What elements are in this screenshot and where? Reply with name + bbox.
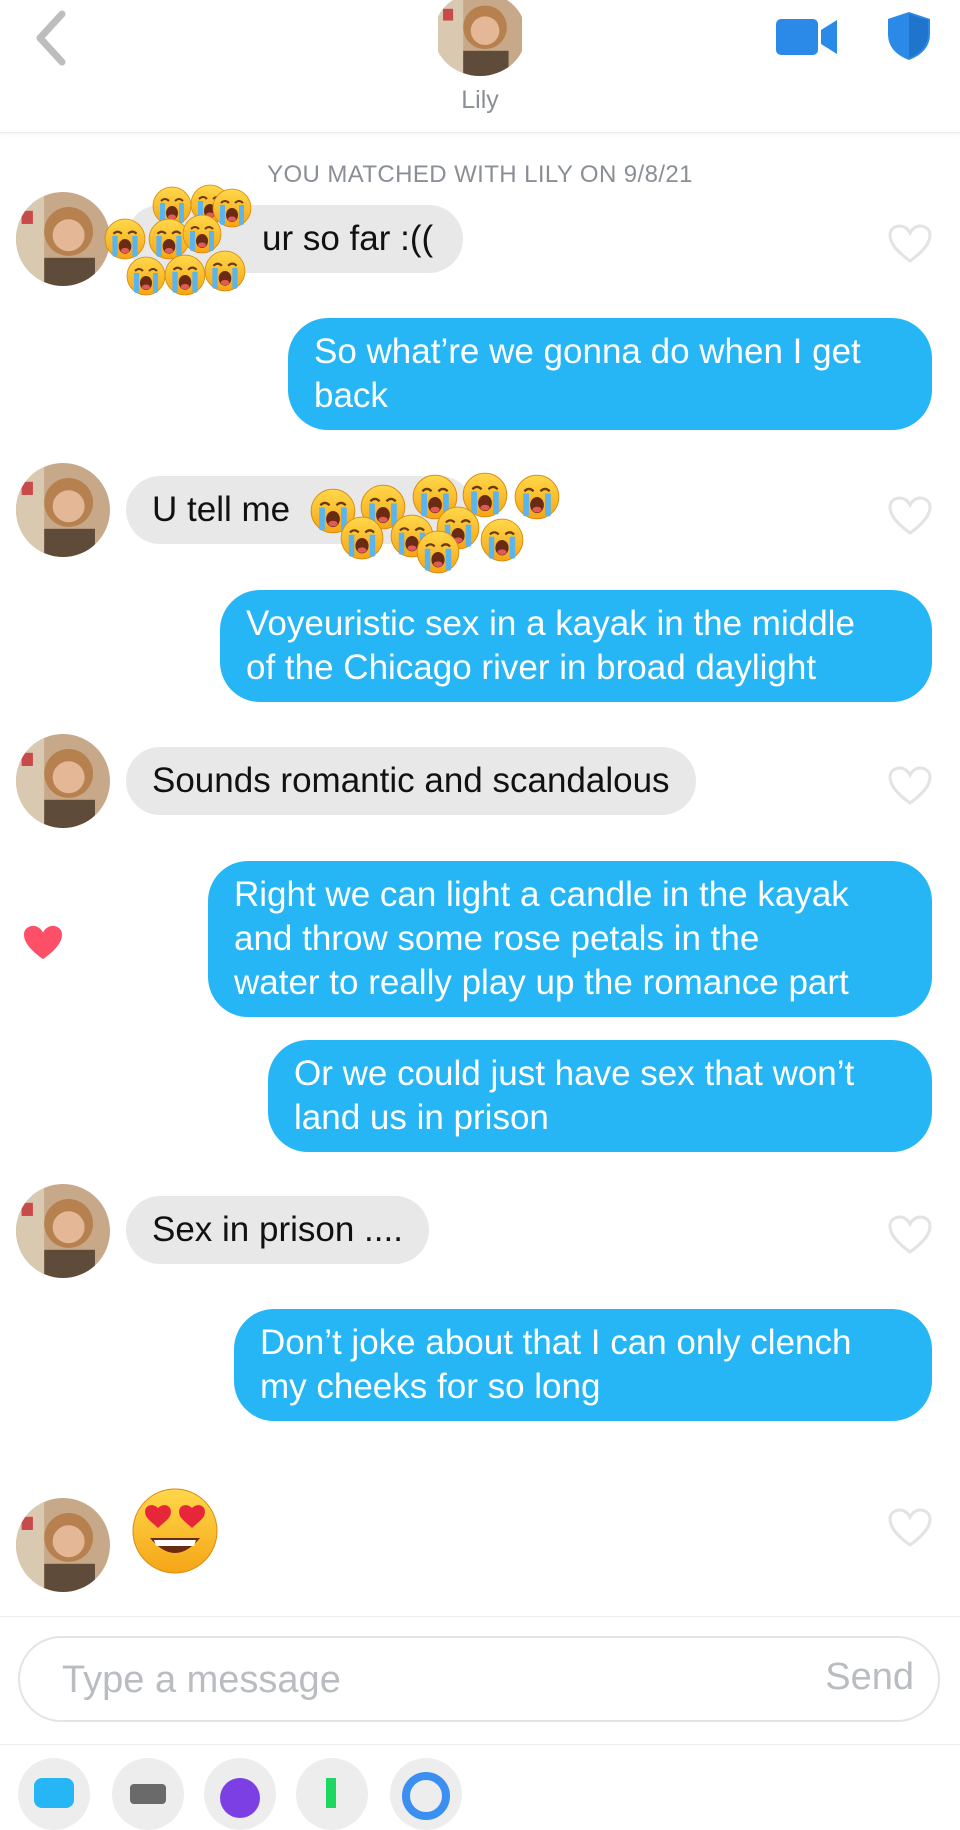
message-line: back: [314, 376, 388, 415]
message-bubble-received[interactable]: Sounds romantic and scandalous: [126, 747, 696, 815]
like-heart-icon[interactable]: [888, 1215, 932, 1255]
message-input[interactable]: [60, 1652, 764, 1708]
message-input-wrapper: Send: [18, 1636, 940, 1722]
contact-avatar-small[interactable]: [16, 1184, 110, 1278]
message-line: Voyeuristic sex in a kayak in the middle: [246, 604, 855, 643]
message-line: Or we could just have sex that won’t: [294, 1054, 855, 1093]
like-heart-icon[interactable]: [888, 1508, 932, 1548]
like-heart-icon[interactable]: [888, 224, 932, 264]
liked-heart-icon[interactable]: [22, 924, 64, 962]
send-button[interactable]: Send: [825, 1656, 914, 1699]
contact-avatar-small[interactable]: [16, 463, 110, 557]
message-bubble-received[interactable]: Sex in prison ....: [126, 1196, 429, 1264]
message-bubble-sent[interactable]: Right we can light a candle in the kayak…: [208, 861, 932, 1017]
message-line: my cheeks for so long: [260, 1367, 601, 1406]
video-camera-icon[interactable]: [775, 16, 839, 58]
like-heart-icon[interactable]: [888, 766, 932, 806]
message-line: So what’re we gonna do when I get: [314, 332, 861, 371]
message-line: of the Chicago river in broad daylight: [246, 648, 817, 687]
crying-emoji-cluster: [306, 470, 566, 580]
location-icon[interactable]: [390, 1758, 462, 1830]
message-text: U tell me: [152, 490, 291, 529]
message-bubble-sent[interactable]: Don’t joke about that I can only clench …: [234, 1309, 932, 1421]
chevron-left-icon[interactable]: [30, 8, 74, 68]
shield-icon[interactable]: [886, 10, 932, 62]
contact-avatar[interactable]: [434, 0, 526, 76]
contact-name[interactable]: Lily: [380, 86, 580, 115]
like-heart-icon[interactable]: [888, 496, 932, 536]
message-bubble-sent[interactable]: Or we could just have sex that won’t lan…: [268, 1040, 932, 1152]
message-line: land us in prison: [294, 1098, 549, 1137]
toolbar-divider: [0, 1744, 960, 1745]
message-bubble-sent[interactable]: So what’re we gonna do when I get back: [288, 318, 932, 430]
message-text: Sounds romantic and scandalous: [152, 761, 670, 800]
message-line: Don’t joke about that I can only clench: [260, 1323, 852, 1362]
chat-icon[interactable]: [18, 1758, 90, 1830]
sticker-icon[interactable]: [204, 1758, 276, 1830]
music-icon[interactable]: [296, 1758, 368, 1830]
message-text: ur so far :((: [262, 219, 434, 258]
message-line: Right we can light a candle in the kayak: [234, 875, 849, 914]
gif-icon[interactable]: [112, 1758, 184, 1830]
contact-avatar-small[interactable]: [16, 734, 110, 828]
contact-avatar-small[interactable]: [16, 1498, 110, 1592]
heart-eyes-emoji[interactable]: [130, 1486, 220, 1576]
message-line: and throw some rose petals in the: [234, 919, 760, 958]
message-bubble-sent[interactable]: Voyeuristic sex in a kayak in the middle…: [220, 590, 932, 702]
crying-emoji-cluster: [98, 184, 278, 314]
message-text: Sex in prison ....: [152, 1210, 403, 1249]
message-line: water to really play up the romance part: [234, 963, 849, 1002]
chat-header: Lily: [0, 0, 960, 133]
contact-avatar-small[interactable]: [16, 192, 110, 286]
